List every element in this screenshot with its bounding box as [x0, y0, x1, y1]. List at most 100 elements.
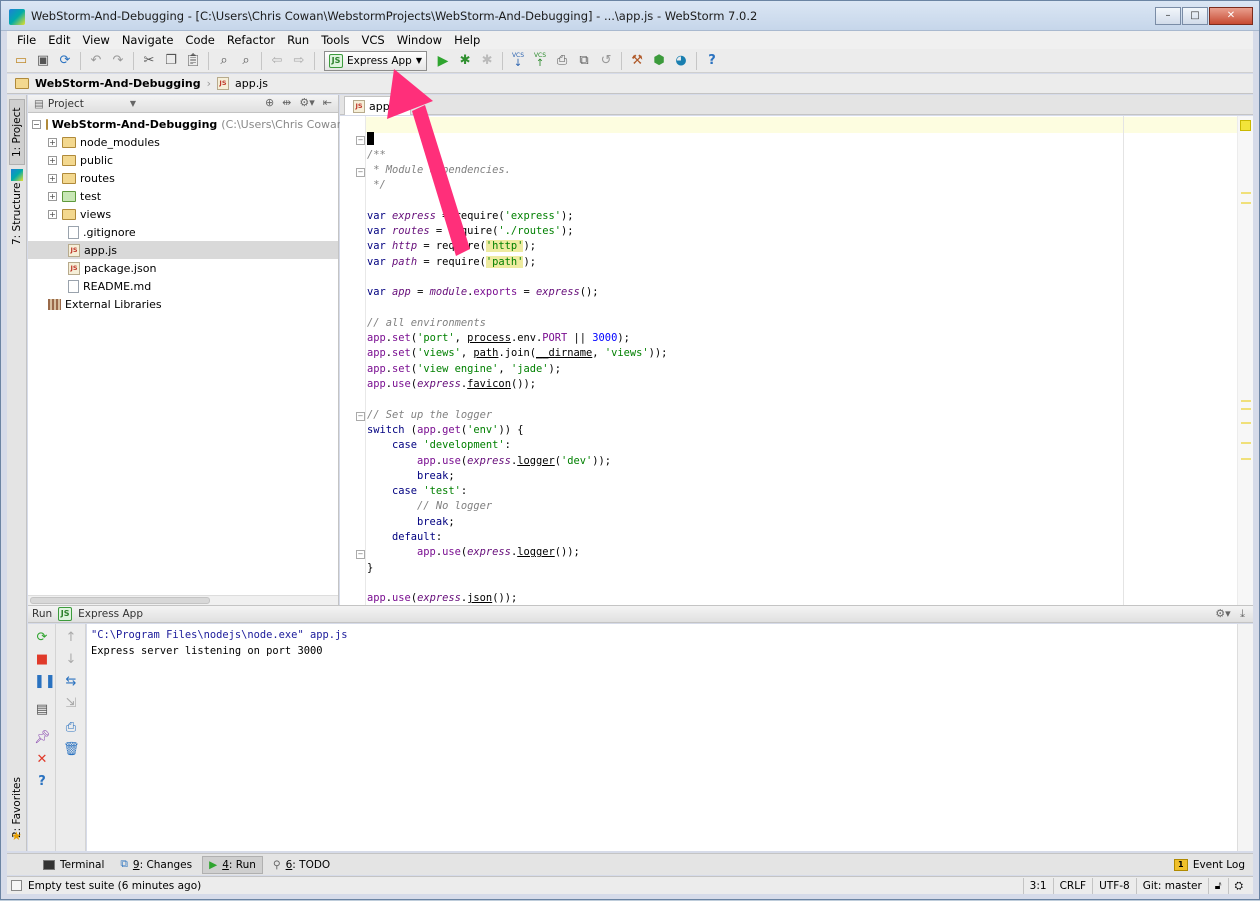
- menu-run[interactable]: Run: [281, 33, 315, 47]
- gear-icon[interactable]: ⚙▾: [299, 96, 314, 109]
- minimize-button[interactable]: –: [1155, 7, 1181, 25]
- tree-item-views[interactable]: + views: [28, 205, 338, 223]
- tree-item-test[interactable]: + test: [28, 187, 338, 205]
- rerun-icon[interactable]: ⟳: [34, 630, 50, 646]
- menu-navigate[interactable]: Navigate: [116, 33, 180, 47]
- tab-todo[interactable]: ⚲ 6: TODO: [267, 856, 336, 874]
- paste-icon[interactable]: 📋︎: [183, 51, 203, 71]
- expand-icon[interactable]: +: [48, 173, 57, 183]
- menu-file[interactable]: File: [11, 33, 42, 47]
- tab-structure[interactable]: 7: Structure: [9, 179, 25, 249]
- hide-panel-icon[interactable]: ⇤: [323, 96, 332, 109]
- cut-icon[interactable]: ✂: [139, 51, 159, 71]
- warning-marker[interactable]: [1241, 192, 1251, 194]
- nodejs-settings-icon[interactable]: ⬢: [649, 51, 669, 71]
- menu-window[interactable]: Window: [391, 33, 448, 47]
- inspector-icon[interactable]: ⛭: [1227, 878, 1249, 894]
- back-icon[interactable]: ⇦: [267, 51, 287, 71]
- editor-gutter[interactable]: [340, 116, 366, 605]
- tree-item-public[interactable]: + public: [28, 151, 338, 169]
- line-separator[interactable]: CRLF: [1052, 878, 1093, 894]
- tree-item-routes[interactable]: + routes: [28, 169, 338, 187]
- run-configuration-dropdown[interactable]: JS Express App ▼: [324, 50, 428, 71]
- soft-wrap-icon[interactable]: ⇆: [63, 674, 79, 690]
- menu-edit[interactable]: Edit: [42, 33, 76, 47]
- menu-help[interactable]: Help: [448, 33, 486, 47]
- close-icon[interactable]: ✕: [34, 752, 50, 768]
- settings-icon[interactable]: ⚒: [627, 51, 647, 71]
- scroll-to-end-icon[interactable]: ⇲: [63, 696, 79, 712]
- hide-panel-icon[interactable]: ⤓: [1240, 607, 1245, 620]
- run-icon[interactable]: ▶: [433, 51, 453, 71]
- up-arrow-icon[interactable]: ↑: [63, 630, 79, 646]
- warning-marker[interactable]: [1241, 408, 1251, 410]
- tree-item-node-modules[interactable]: + node_modules: [28, 133, 338, 151]
- menu-refactor[interactable]: Refactor: [221, 33, 281, 47]
- error-stripe[interactable]: [1237, 116, 1253, 605]
- lock-icon[interactable]: 🔓︎: [1207, 878, 1228, 894]
- redo-icon[interactable]: ↷: [108, 51, 128, 71]
- tab-event-log[interactable]: 1 Event Log: [1173, 856, 1245, 874]
- save-all-icon[interactable]: ▣: [33, 51, 53, 71]
- expand-icon[interactable]: +: [48, 137, 57, 147]
- vcs-commit-icon[interactable]: VCS ↑: [530, 51, 550, 71]
- tree-item-package-json[interactable]: JS package.json: [28, 259, 338, 277]
- code-editor[interactable]: − − − − /** * Module dependencies. */ va…: [340, 116, 1253, 605]
- fold-icon[interactable]: −: [356, 136, 365, 145]
- coverage-icon[interactable]: ✱: [477, 51, 497, 71]
- tree-root[interactable]: − WebStorm-And-Debugging (C:\Users\Chris…: [28, 115, 371, 133]
- run-tab-express-app[interactable]: Express App: [78, 608, 143, 620]
- vcs-branch[interactable]: Git: master: [1135, 878, 1208, 894]
- tab-project[interactable]: 1: Project: [9, 99, 25, 165]
- breadcrumb-project[interactable]: WebStorm-And-Debugging: [35, 77, 201, 90]
- fold-icon[interactable]: −: [356, 550, 365, 559]
- console-output[interactable]: "C:\Program Files\nodejs\node.exe" app.j…: [87, 624, 1237, 851]
- replace-icon[interactable]: ⌕: [236, 51, 256, 71]
- debug-icon[interactable]: ✱: [455, 51, 475, 71]
- open-folder-icon[interactable]: ▭: [11, 51, 31, 71]
- expand-icon[interactable]: +: [48, 191, 57, 201]
- tab-terminal[interactable]: Terminal: [37, 856, 110, 874]
- project-view-dropdown[interactable]: Project: [48, 98, 84, 110]
- pin-icon[interactable]: 📌︎: [34, 730, 51, 746]
- status-message[interactable]: Empty test suite (6 minutes ago): [7, 880, 201, 892]
- file-encoding[interactable]: UTF-8: [1092, 878, 1136, 894]
- scrollbar-thumb[interactable]: [30, 597, 210, 604]
- vcs-update-icon[interactable]: VCS ↓: [508, 51, 528, 71]
- gear-icon[interactable]: ⚙▾: [1215, 607, 1230, 620]
- collapse-all-icon[interactable]: ⇹: [282, 96, 291, 109]
- warning-marker[interactable]: [1241, 400, 1251, 402]
- vcs-history-icon[interactable]: ⎙: [552, 51, 572, 71]
- breadcrumb-file[interactable]: app.js: [235, 77, 268, 90]
- expand-icon[interactable]: +: [48, 155, 57, 165]
- expand-icon[interactable]: +: [48, 209, 57, 219]
- compare-icon[interactable]: ⧉: [574, 51, 594, 71]
- help-icon[interactable]: ?: [702, 51, 722, 71]
- menu-view[interactable]: View: [77, 33, 116, 47]
- maximize-button[interactable]: □: [1182, 7, 1208, 25]
- collapse-icon[interactable]: −: [32, 119, 41, 129]
- fold-icon[interactable]: −: [356, 168, 365, 177]
- chevron-down-icon[interactable]: ▼: [130, 99, 136, 108]
- warning-marker[interactable]: [1241, 442, 1251, 444]
- print-icon[interactable]: ⎙: [63, 720, 79, 736]
- warning-marker[interactable]: [1241, 422, 1251, 424]
- editor-tab-app-js[interactable]: JS app.js: [344, 96, 411, 115]
- help-icon[interactable]: ?: [34, 774, 50, 790]
- horizontal-scrollbar[interactable]: [28, 595, 338, 605]
- browser-icon[interactable]: ◕: [671, 51, 691, 71]
- tab-changes[interactable]: ⧉ 9: Changes: [114, 856, 198, 874]
- tree-item-app-js[interactable]: JS app.js: [28, 241, 338, 259]
- undo-icon[interactable]: ↶: [86, 51, 106, 71]
- down-arrow-icon[interactable]: ↓: [63, 652, 79, 668]
- close-button[interactable]: ✕: [1209, 7, 1253, 25]
- copy-icon[interactable]: ❐: [161, 51, 181, 71]
- stop-icon[interactable]: ■: [34, 652, 50, 668]
- inspection-status-icon[interactable]: [1240, 120, 1251, 131]
- tree-item-readme[interactable]: README.md: [28, 277, 338, 295]
- warning-marker[interactable]: [1241, 202, 1251, 204]
- revert-icon[interactable]: ↺: [596, 51, 616, 71]
- clear-all-icon[interactable]: 🗑︎: [63, 742, 80, 758]
- pause-icon[interactable]: ❚❚: [34, 674, 56, 690]
- tree-item-external-libraries[interactable]: External Libraries: [28, 295, 338, 313]
